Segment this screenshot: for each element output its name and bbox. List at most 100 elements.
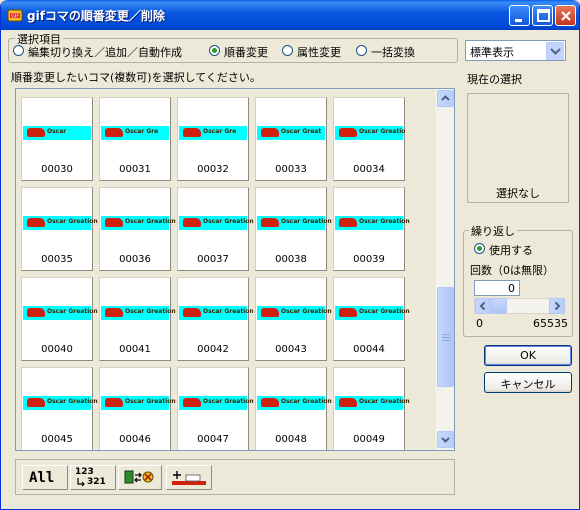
frame-banner-text: Oscar Greation: [47, 218, 98, 225]
frame-cell[interactable]: Oscar Greation 00046: [99, 367, 176, 450]
ok-button[interactable]: OK: [484, 345, 572, 366]
frame-cell[interactable]: Oscar Gre 00032: [177, 97, 249, 181]
loop-count-input[interactable]: 0: [474, 280, 520, 296]
frame-cell[interactable]: Oscar Greation 00044: [333, 277, 410, 361]
frame-thumbnail: Oscar Greation: [23, 396, 98, 410]
maximize-icon: [537, 9, 550, 22]
frame-cell[interactable]: Oscar Greatio 00034: [333, 97, 405, 181]
car-image: [261, 128, 279, 137]
frame-thumbnail: Oscar Greation: [257, 306, 332, 320]
frame-number: 00037: [197, 254, 229, 265]
loop-count-value: 0: [508, 282, 515, 295]
frame-number: 00042: [197, 344, 229, 355]
frame-banner-text: Oscar Gre: [125, 128, 159, 135]
frame-cell[interactable]: Oscar Greation 00049: [333, 367, 410, 450]
scroll-up-button[interactable]: [437, 90, 454, 107]
select-all-button[interactable]: All: [22, 465, 68, 490]
title-bar[interactable]: GIF gifコマの順番変更／削除: [1, 0, 579, 30]
frame-number: 00049: [353, 434, 385, 445]
vertical-scrollbar[interactable]: [435, 89, 454, 450]
frame-cell[interactable]: Oscar Greation 00035: [21, 187, 98, 271]
display-mode-select[interactable]: 標準表示: [465, 40, 566, 61]
frame-cell[interactable]: Oscar Greation 00042: [177, 277, 254, 361]
car-image: [339, 398, 357, 407]
app-icon: GIF: [7, 9, 23, 22]
frame-cell[interactable]: Oscar Greation 00047: [177, 367, 254, 450]
frame-number: 00030: [41, 164, 73, 175]
scroll-thumb[interactable]: [437, 287, 454, 387]
car-image: [105, 218, 123, 227]
loop-group-legend: 繰り返し: [469, 223, 517, 239]
frame-banner-text: Oscar Greation: [203, 308, 254, 315]
frame-thumbnail: Oscar Greation: [179, 306, 254, 320]
reverse-order-button[interactable]: 123 321: [70, 465, 116, 490]
dialog-window: GIF gifコマの順番変更／削除 選択項目 編集切り換え／追加／自動作成 順番…: [0, 0, 580, 510]
frame-cell[interactable]: Oscar Greation 00037: [177, 187, 254, 271]
loop-count-slider[interactable]: [474, 298, 565, 314]
car-image: [105, 308, 123, 317]
frame-thumbnail: Oscar Greation: [23, 216, 98, 230]
chevron-down-icon: [550, 48, 561, 55]
frame-cell[interactable]: Oscar Greation 00039: [333, 187, 410, 271]
frame-cell[interactable]: Oscar Greation 00043: [255, 277, 332, 361]
frame-banner-text: Oscar Greation: [359, 308, 410, 315]
car-image: [183, 398, 201, 407]
car-image: [27, 128, 45, 137]
frame-thumbnail: Oscar Greation: [101, 306, 176, 320]
frame-number: 00045: [41, 434, 73, 445]
frame-banner-text: Oscar Greation: [47, 308, 98, 315]
cancel-label: キャンセル: [500, 378, 556, 391]
delete-frame-button[interactable]: [166, 465, 212, 490]
car-image: [105, 398, 123, 407]
radio-dot: [209, 45, 220, 56]
current-selection-value: 選択なし: [496, 187, 540, 200]
frame-thumbnail: Oscar Greation: [23, 306, 98, 320]
chevron-up-icon: [441, 95, 450, 101]
close-button[interactable]: [555, 5, 576, 26]
maximize-button[interactable]: [532, 5, 553, 26]
frame-thumbnail: Oscar Gre: [101, 126, 169, 140]
frame-cell[interactable]: Oscar Greation 00041: [99, 277, 176, 361]
frame-cell[interactable]: Oscar Great 00033: [255, 97, 327, 181]
frame-thumbnail: Oscar Greation: [335, 216, 410, 230]
frame-cell[interactable]: Oscar Greation 00045: [21, 367, 98, 450]
frame-banner-text: Oscar Greation: [281, 218, 332, 225]
frame-cell[interactable]: Oscar 00030: [21, 97, 93, 181]
frame-number: 00040: [41, 344, 73, 355]
frame-cell[interactable]: Oscar Greation 00036: [99, 187, 176, 271]
frame-banner-text: Oscar Greation: [125, 398, 176, 405]
frame-banner-text: Oscar Greation: [281, 398, 332, 405]
frame-cell[interactable]: Oscar Gre 00031: [99, 97, 171, 181]
frame-banner-text: Oscar Great: [281, 128, 322, 135]
frame-cell[interactable]: Oscar Greation 00040: [21, 277, 98, 361]
car-image: [105, 128, 123, 137]
radio-label: 順番変更: [224, 46, 268, 59]
frame-cell[interactable]: Oscar Greation 00038: [255, 187, 332, 271]
scroll-down-button[interactable]: [437, 431, 454, 448]
current-selection-preview: 選択なし: [467, 93, 569, 203]
frame-thumbnail: Oscar: [23, 126, 91, 140]
car-image: [261, 308, 279, 317]
frame-banner-text: Oscar Greation: [359, 218, 410, 225]
radio-dot: [474, 243, 485, 254]
swap-frames-button[interactable]: [118, 465, 162, 490]
frame-cell[interactable]: Oscar Greation 00048: [255, 367, 332, 450]
frame-list[interactable]: Oscar 00030 Oscar Gre 00031 Oscar Gre 00032 Os…: [15, 88, 455, 451]
frame-number: 00035: [41, 254, 73, 265]
slider-thumb[interactable]: [491, 298, 507, 314]
slider-right-button[interactable]: [549, 298, 565, 314]
radio-label: 使用する: [489, 244, 533, 257]
frame-thumbnail: Oscar Gre: [179, 126, 247, 140]
grip-line: [442, 334, 450, 335]
grip-line: [442, 340, 450, 341]
swap-frames-icon: [124, 470, 154, 484]
frame-banner-text: Oscar Greation: [203, 398, 254, 405]
frame-thumbnail: Oscar Greatio: [335, 126, 405, 140]
svg-text:GIF: GIF: [11, 14, 19, 20]
minimize-button[interactable]: [509, 5, 530, 26]
loop-count-label: 回数（0は無限）: [470, 264, 554, 277]
slider-left-button[interactable]: [475, 298, 491, 314]
dropdown-button[interactable]: [546, 42, 564, 60]
cancel-button[interactable]: キャンセル: [484, 372, 572, 393]
radio-label: 編集切り換え／追加／自動作成: [28, 46, 182, 59]
